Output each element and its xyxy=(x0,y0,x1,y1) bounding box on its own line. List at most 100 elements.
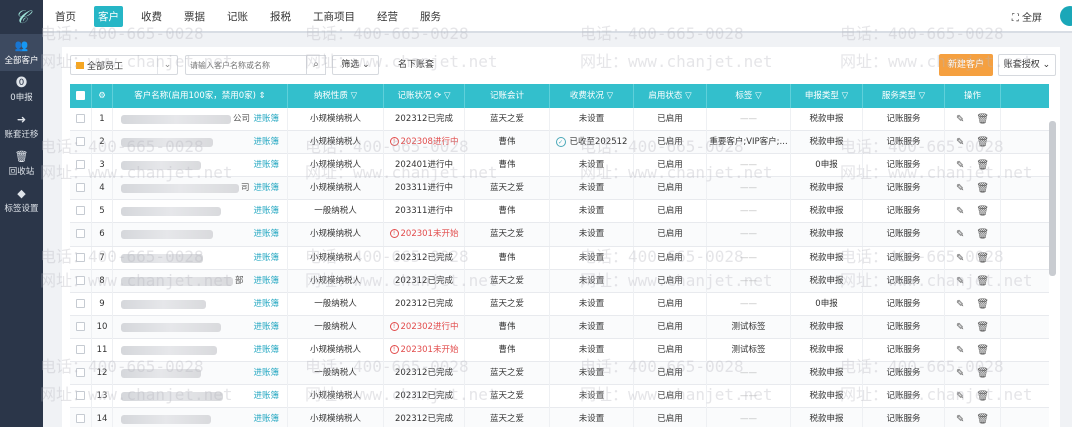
row-checkbox[interactable] xyxy=(76,275,85,285)
filter-icon[interactable]: ▽ xyxy=(916,91,926,101)
delete-icon[interactable]: 🗑 xyxy=(976,276,989,287)
filter-icon[interactable]: ▽ xyxy=(348,91,358,101)
delete-icon[interactable]: 🗑 xyxy=(976,322,989,333)
nav-tab-6[interactable]: 工商项目 xyxy=(309,6,359,27)
table-row[interactable]: 14 进账簿 小规模纳税人 202312已完成 蓝天之爱 未设置 已启用 —— 税款申报 记账服务… xyxy=(70,408,1049,427)
new-customer-button[interactable]: 新建客户 xyxy=(939,54,993,76)
search-input[interactable] xyxy=(185,55,307,75)
edit-icon[interactable]: ✎ xyxy=(956,276,964,287)
table-row[interactable]: 2 进账簿 小规模纳税人! 202308进行中 曹伟 ✓ 已收至202512 已启用 重要客户;… xyxy=(70,131,1049,155)
table-row[interactable]: 9 进账簿 一般纳税人 202312已完成 蓝天之爱 未设置 已启用 —— 0申报 记账服务 ✎ 🗑 xyxy=(70,292,1049,316)
filter-icon[interactable]: ▽ xyxy=(682,91,692,101)
customer-name-cell[interactable]: 司进账簿 xyxy=(113,177,288,201)
table-scrollbar[interactable] xyxy=(1049,121,1056,276)
table-row[interactable]: 12 进账簿 一般纳税人 202312已完成 蓝天之爱 未设置 已启用 —— 税款申报 记账服务 ✎… xyxy=(70,362,1049,386)
row-checkbox[interactable] xyxy=(76,137,85,147)
delete-icon[interactable]: 🗑 xyxy=(976,229,989,240)
customer-name-cell[interactable]: 进账簿 xyxy=(113,315,288,339)
table-row[interactable]: 13 进账簿 小规模纳税人 202312已完成 蓝天之爱 未设置 已启用 —— 税款申报 记账服务… xyxy=(70,385,1049,409)
delete-icon[interactable]: 🗑 xyxy=(976,183,989,194)
customer-name-cell[interactable]: 进账簿 xyxy=(113,154,288,178)
edit-icon[interactable]: ✎ xyxy=(956,160,964,171)
sidebar-item-2[interactable]: ➜ 账套迁移 xyxy=(0,108,43,145)
row-select[interactable] xyxy=(70,154,92,178)
table-row[interactable]: 3 进账簿 小规模纳税人 202401进行中 曹伟 未设置 已启用 —— 0申报 记账服务 ✎ 🗑 xyxy=(70,154,1049,178)
nav-tab-5[interactable]: 报税 xyxy=(266,6,295,27)
enter-ledger-link[interactable]: 进账簿 xyxy=(253,200,279,223)
edit-icon[interactable]: ✎ xyxy=(956,368,964,379)
search-button[interactable]: ⌕ xyxy=(306,55,326,75)
delete-icon[interactable]: 🗑 xyxy=(976,160,989,171)
row-select[interactable] xyxy=(70,408,92,427)
row-select[interactable] xyxy=(70,315,92,339)
customer-name-cell[interactable]: 公司 进账簿 xyxy=(113,108,288,131)
sidebar-item-3[interactable]: 🗑 回收站 xyxy=(0,145,43,182)
filter-icon[interactable]: ⟳ ▽ xyxy=(431,91,450,101)
customer-name-cell[interactable]: 进账簿 xyxy=(113,385,288,409)
row-select[interactable] xyxy=(70,131,92,155)
table-row[interactable]: 1 公司 进账簿 小规模纳税人 202312已完成 蓝天之爱 未设置 已启用 —— 税款申报 记账服… xyxy=(70,108,1049,132)
row-select[interactable] xyxy=(70,177,92,201)
filter-icon[interactable]: ▽ xyxy=(604,91,614,101)
row-checkbox[interactable] xyxy=(76,298,85,308)
customer-name-cell[interactable]: 进账簿 xyxy=(113,408,288,427)
edit-icon[interactable]: ✎ xyxy=(956,206,964,217)
enter-ledger-link[interactable]: 进账簿 xyxy=(253,316,279,339)
enter-ledger-link[interactable]: 进账簿 xyxy=(253,154,279,177)
row-select[interactable] xyxy=(70,108,92,131)
nav-tab-4[interactable]: 记账 xyxy=(223,6,252,27)
row-checkbox[interactable] xyxy=(76,206,85,216)
delete-icon[interactable]: 🗑 xyxy=(976,368,989,379)
sidebar-item-1[interactable]: ⓿ 0申报 xyxy=(0,71,43,108)
table-row[interactable]: 7 进账簿 小规模纳税人 202312已完成 曹伟 未设置 已启用 —— 税款申报 记账服务 ✎ 🗑 xyxy=(70,246,1049,270)
edit-icon[interactable]: ✎ xyxy=(956,114,964,125)
row-checkbox[interactable] xyxy=(76,114,85,123)
customer-name-cell[interactable]: 进账簿 xyxy=(113,362,288,386)
enter-ledger-link[interactable]: 进账簿 xyxy=(253,223,279,246)
nav-tab-2[interactable]: 收费 xyxy=(137,6,166,27)
delete-icon[interactable]: 🗑 xyxy=(976,206,989,217)
sidebar-item-4[interactable]: ◆ 标签设置 xyxy=(0,182,43,219)
settings-icon[interactable]: ⚙ xyxy=(98,91,106,101)
select-all-checkbox[interactable] xyxy=(76,91,85,100)
account-auth-button[interactable]: 账套授权 ⌄ xyxy=(998,54,1056,76)
edit-icon[interactable]: ✎ xyxy=(956,137,964,148)
filter-icon[interactable]: ⇕ xyxy=(256,91,266,101)
row-checkbox[interactable] xyxy=(76,391,85,401)
enter-ledger-link[interactable]: 进账簿 xyxy=(253,385,279,408)
customer-name-cell[interactable]: 进账簿 xyxy=(113,131,288,155)
filter-icon[interactable]: ▽ xyxy=(752,91,762,101)
customer-name-cell[interactable]: 进账簿 xyxy=(113,223,288,247)
account-checkbox-label[interactable]: 名下账套 xyxy=(398,55,434,75)
sidebar-item-0[interactable]: 👥 全部客户 xyxy=(0,34,43,71)
edit-icon[interactable]: ✎ xyxy=(956,345,964,356)
nav-tab-0[interactable]: 首页 xyxy=(51,6,80,27)
row-checkbox[interactable] xyxy=(76,183,85,193)
table-row[interactable]: 4 司进账簿 小规模纳税人 203311进行中 蓝天之爱 未设置 已启用 —— 税款申报 记账服务… xyxy=(70,177,1049,201)
delete-icon[interactable]: 🗑 xyxy=(976,391,989,402)
table-row[interactable]: 6 进账簿 小规模纳税人! 202301未开始 蓝天之爱 未设置 已启用 —— 税款申报 记账服务… xyxy=(70,223,1049,247)
nav-tab-1[interactable]: 客户 xyxy=(94,6,123,27)
app-logo[interactable]: 𝒞 xyxy=(0,0,43,34)
row-checkbox[interactable] xyxy=(76,229,85,239)
row-checkbox[interactable] xyxy=(76,414,85,424)
nav-tab-8[interactable]: 服务 xyxy=(416,6,445,27)
fullscreen-button[interactable]: ⛶ 全屏 xyxy=(1012,9,1042,24)
edit-icon[interactable]: ✎ xyxy=(956,253,964,264)
avatar[interactable] xyxy=(1060,6,1072,26)
table-row[interactable]: 10 进账簿 一般纳税人! 202302进行中 曹伟 未设置 已启用 测试标签 税款申报 记账服务… xyxy=(70,315,1049,339)
row-checkbox[interactable] xyxy=(76,321,85,331)
filter-icon[interactable]: ▽ xyxy=(839,91,849,101)
customer-name-cell[interactable]: 进账簿 xyxy=(113,246,288,270)
enter-ledger-link[interactable]: 进账簿 xyxy=(253,293,279,316)
delete-icon[interactable]: 🗑 xyxy=(976,137,989,148)
enter-ledger-link[interactable]: 进账簿 xyxy=(253,131,279,154)
customer-name-cell[interactable]: 进账簿 xyxy=(113,338,288,362)
row-checkbox[interactable] xyxy=(76,368,85,378)
table-row[interactable]: 11 进账簿 小规模纳税人! 202301未开始 曹伟 未设置 已启用 测试标签 税款申报 记账服… xyxy=(70,338,1049,363)
filter-button[interactable]: 筛选 ⌄ xyxy=(332,55,379,75)
row-select[interactable] xyxy=(70,292,92,316)
row-select[interactable] xyxy=(70,362,92,386)
row-select[interactable] xyxy=(70,200,92,224)
row-checkbox[interactable] xyxy=(76,160,85,170)
